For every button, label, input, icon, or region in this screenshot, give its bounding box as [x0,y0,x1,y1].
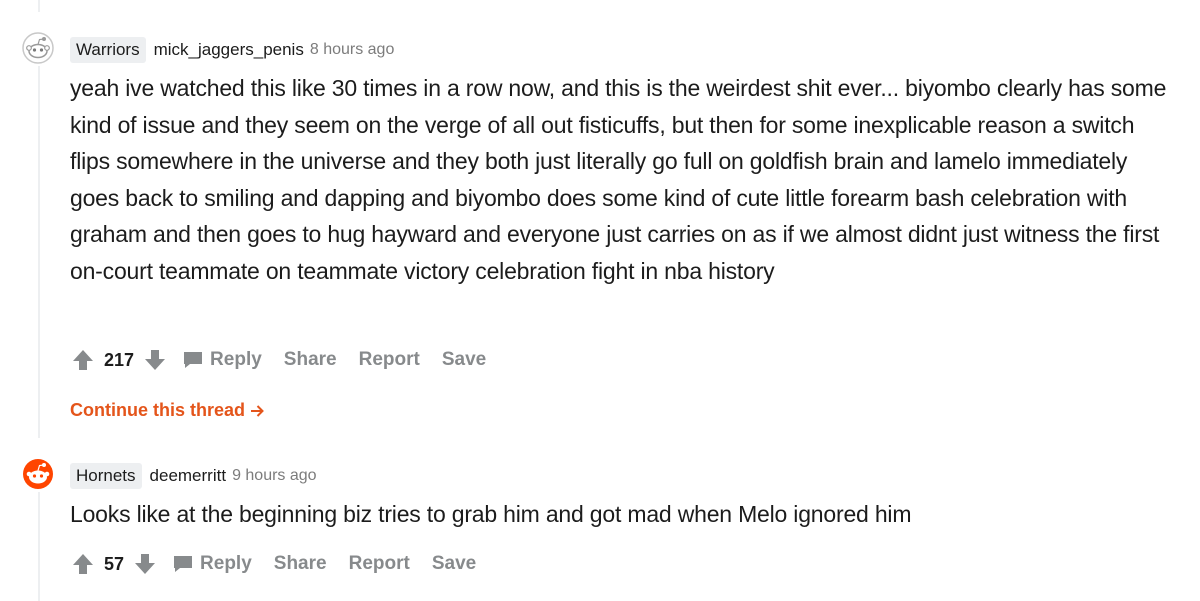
comment-bubble-icon [172,554,194,574]
thread-line[interactable] [38,492,40,601]
author-link[interactable]: deemerritt [150,466,227,486]
comment-bubble-icon [182,350,204,370]
user-flair: Warriors [70,37,146,63]
save-button[interactable]: Save [442,349,486,371]
reply-label: Reply [200,553,252,574]
reply-label: Reply [210,349,262,370]
report-button[interactable]: Report [349,553,410,575]
reply-button[interactable]: Reply [182,349,262,371]
upvote-icon[interactable] [70,347,96,373]
thread-line [38,0,40,12]
timestamp-link[interactable]: 8 hours ago [310,41,395,59]
comment-body: yeah ive watched this like 30 times in a… [70,75,1167,284]
arrow-right-icon [249,403,265,419]
comment-body: Looks like at the beginning biz tries to… [70,501,912,527]
comment-actions: 57 Reply Share Report Save [70,549,498,579]
share-button[interactable]: Share [284,349,337,371]
downvote-icon[interactable] [132,551,158,577]
author-link[interactable]: mick_jaggers_penis [154,40,304,60]
snoo-avatar-icon [23,459,53,489]
vote-count: 57 [104,553,125,574]
snoo-avatar-icon [22,32,54,64]
reply-button[interactable]: Reply [172,553,252,575]
comment-meta: Hornets deemerritt 9 hours ago [70,462,317,490]
upvote-icon[interactable] [70,551,96,577]
comment-actions: 217 Reply Share Report Save [70,345,508,375]
report-button[interactable]: Report [359,349,420,371]
continue-thread-link[interactable]: Continue this thread [70,400,265,421]
avatar[interactable] [22,32,54,64]
vote-count: 217 [104,349,135,370]
user-flair: Hornets [70,463,142,489]
save-button[interactable]: Save [432,553,476,575]
thread-line[interactable] [38,66,40,438]
timestamp-link[interactable]: 9 hours ago [232,467,317,485]
avatar[interactable] [22,458,54,490]
share-button[interactable]: Share [274,553,327,575]
downvote-icon[interactable] [142,347,168,373]
continue-thread-label: Continue this thread [70,400,245,420]
comment-meta: Warriors mick_jaggers_penis 8 hours ago [70,36,394,64]
